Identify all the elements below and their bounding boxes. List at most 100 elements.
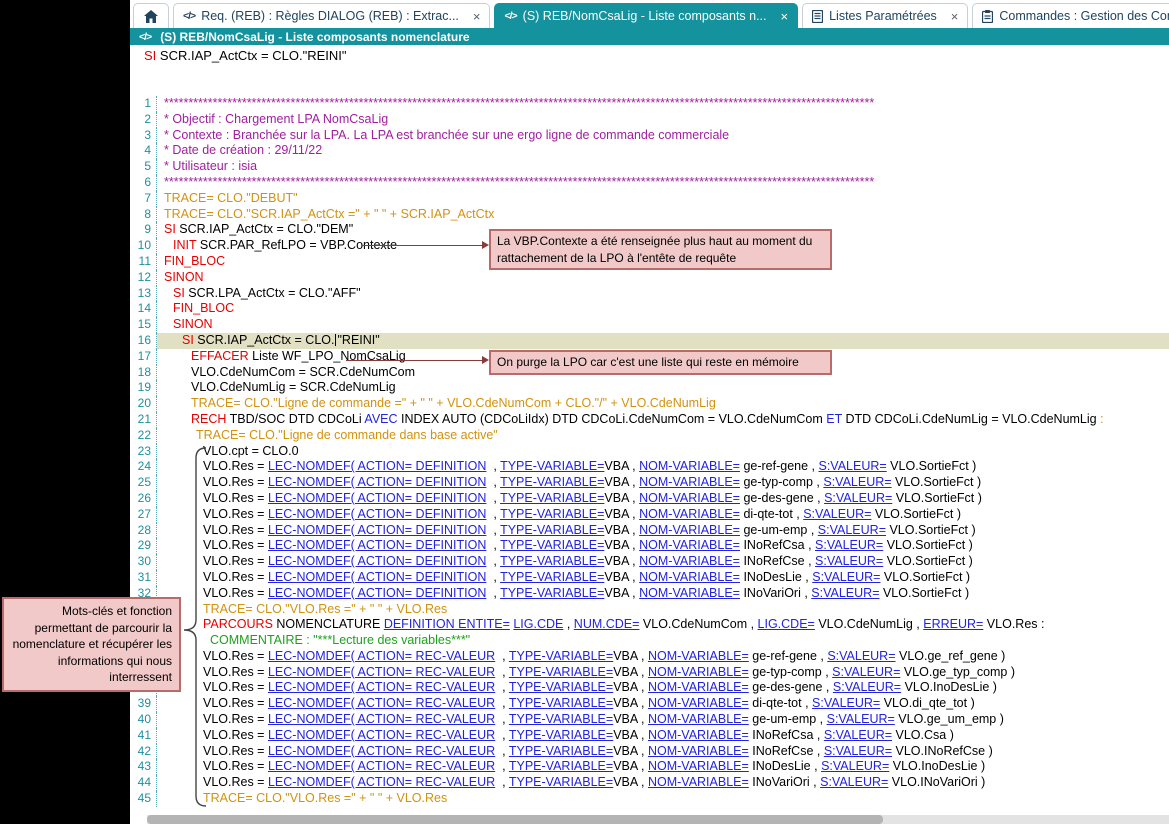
code-line-text[interactable]: VLO.Res = LEC-NOMDEF( ACTION= REC-VALEUR…: [157, 649, 1169, 665]
code-line-text[interactable]: VLO.Res = LEC-NOMDEF( ACTION= REC-VALEUR…: [157, 775, 1169, 791]
tab-home[interactable]: [133, 3, 169, 28]
code-line[interactable]: 39VLO.Res = LEC-NOMDEF( ACTION= REC-VALE…: [130, 696, 1169, 712]
code-line-text[interactable]: TRACE= CLO."Ligne de commande =" + " " +…: [157, 396, 1169, 412]
code-line[interactable]: 3* Contexte : Branchée sur la LPA. La LP…: [130, 128, 1169, 144]
code-token: VLO.Res =: [203, 459, 268, 473]
code-line[interactable]: 1***************************************…: [130, 96, 1169, 112]
code-line[interactable]: 31VLO.Res = LEC-NOMDEF( ACTION= DEFINITI…: [130, 570, 1169, 586]
code-line[interactable]: 27VLO.Res = LEC-NOMDEF( ACTION= DEFINITI…: [130, 507, 1169, 523]
code-line[interactable]: 28VLO.Res = LEC-NOMDEF( ACTION= DEFINITI…: [130, 523, 1169, 539]
code-line[interactable]: 12SINON: [130, 270, 1169, 286]
code-token: TBD/SOC DTD CDCoLi: [226, 412, 364, 426]
code-line-text[interactable]: * Objectif : Chargement LPA NomCsaLig: [157, 112, 1169, 128]
code-line-text[interactable]: * Contexte : Branchée sur la LPA. La LPA…: [157, 128, 1169, 144]
code-line[interactable]: 33TRACE= CLO."VLO.Res =" + " " + VLO.Res: [130, 602, 1169, 618]
code-line[interactable]: 6***************************************…: [130, 175, 1169, 191]
code-line[interactable]: 20TRACE= CLO."Ligne de commande =" + " "…: [130, 396, 1169, 412]
code-line[interactable]: 37VLO.Res = LEC-NOMDEF( ACTION= REC-VALE…: [130, 665, 1169, 681]
code-line[interactable]: 14FIN_BLOC: [130, 301, 1169, 317]
code-line-text[interactable]: VLO.CdeNumLig = SCR.CdeNumLig: [157, 380, 1169, 396]
code-line[interactable]: 34PARCOURS NOMENCLATURE DEFINITION ENTIT…: [130, 617, 1169, 633]
code-line-text[interactable]: VLO.Res = LEC-NOMDEF( ACTION= DEFINITION…: [157, 507, 1169, 523]
code-line[interactable]: 22TRACE= CLO."Ligne de commande dans bas…: [130, 428, 1169, 444]
code-line-text[interactable]: SINON: [157, 317, 1169, 333]
code-line[interactable]: 8TRACE= CLO."SCR.IAP_ActCtx =" + " " + S…: [130, 207, 1169, 223]
code-line-text[interactable]: VLO.Res = LEC-NOMDEF( ACTION= REC-VALEUR…: [157, 680, 1169, 696]
code-line[interactable]: 36VLO.Res = LEC-NOMDEF( ACTION= REC-VALE…: [130, 649, 1169, 665]
code-line-text[interactable]: FIN_BLOC: [157, 301, 1169, 317]
code-line[interactable]: 2* Objectif : Chargement LPA NomCsaLig: [130, 112, 1169, 128]
code-line[interactable]: 19VLO.CdeNumLig = SCR.CdeNumLig: [130, 380, 1169, 396]
code-line-text[interactable]: VLO.Res = LEC-NOMDEF( ACTION= REC-VALEUR…: [157, 759, 1169, 775]
tab-commandes[interactable]: Commandes : Gestion des Commanc: [972, 3, 1169, 28]
tab-listes-parametrees[interactable]: Listes Paramétrées ×: [802, 3, 968, 28]
code-line[interactable]: 32VLO.Res = LEC-NOMDEF( ACTION= DEFINITI…: [130, 586, 1169, 602]
code-line[interactable]: 45TRACE= CLO."VLO.Res =" + " " + VLO.Res: [130, 791, 1169, 807]
code-line-text[interactable]: VLO.Res = LEC-NOMDEF( ACTION= DEFINITION…: [157, 475, 1169, 491]
code-token: SCR.IAP_ActCtx = CLO.: [194, 333, 335, 347]
code-line[interactable]: 44VLO.Res = LEC-NOMDEF( ACTION= REC-VALE…: [130, 775, 1169, 791]
code-line-text[interactable]: PARCOURS NOMENCLATURE DEFINITION ENTITE=…: [157, 617, 1169, 633]
scrollbar-thumb[interactable]: [147, 815, 883, 824]
code-line-text[interactable]: VLO.Res = LEC-NOMDEF( ACTION= DEFINITION…: [157, 570, 1169, 586]
code-line[interactable]: 26VLO.Res = LEC-NOMDEF( ACTION= DEFINITI…: [130, 491, 1169, 507]
code-line-text[interactable]: * Date de création : 29/11/22: [157, 143, 1169, 159]
code-line[interactable]: 35COMMENTAIRE : "***Lecture des variable…: [130, 633, 1169, 649]
code-token: TYPE-VARIABLE=: [500, 475, 604, 489]
close-icon[interactable]: ×: [781, 9, 789, 24]
code-line-text[interactable]: TRACE= CLO."VLO.Res =" + " " + VLO.Res: [157, 791, 1169, 807]
code-line-text[interactable]: TRACE= CLO."DEBUT": [157, 191, 1169, 207]
code-line[interactable]: 4* Date de création : 29/11/22: [130, 143, 1169, 159]
code-line-text[interactable]: COMMENTAIRE : "***Lecture des variables*…: [157, 633, 1169, 649]
code-line[interactable]: 7TRACE= CLO."DEBUT": [130, 191, 1169, 207]
code-line-text[interactable]: VLO.Res = LEC-NOMDEF( ACTION= REC-VALEUR…: [157, 728, 1169, 744]
code-line[interactable]: 24VLO.Res = LEC-NOMDEF( ACTION= DEFINITI…: [130, 459, 1169, 475]
code-token: VLO.Res =: [203, 712, 268, 726]
code-line[interactable]: 25VLO.Res = LEC-NOMDEF( ACTION= DEFINITI…: [130, 475, 1169, 491]
close-icon[interactable]: ×: [473, 9, 481, 24]
code-line[interactable]: 30VLO.Res = LEC-NOMDEF( ACTION= DEFINITI…: [130, 554, 1169, 570]
code-line-text[interactable]: VLO.Res = LEC-NOMDEF( ACTION= REC-VALEUR…: [157, 712, 1169, 728]
code-line-text[interactable]: TRACE= CLO."VLO.Res =" + " " + VLO.Res: [157, 602, 1169, 618]
code-line-text[interactable]: VLO.cpt = CLO.0: [157, 444, 1169, 460]
code-editor[interactable]: 1***************************************…: [130, 96, 1169, 811]
code-line-text[interactable]: VLO.Res = LEC-NOMDEF( ACTION= DEFINITION…: [157, 554, 1169, 570]
code-line-text[interactable]: VLO.Res = LEC-NOMDEF( ACTION= REC-VALEUR…: [157, 744, 1169, 760]
code-line-text[interactable]: RECH TBD/SOC DTD CDCoLi AVEC INDEX AUTO …: [157, 412, 1169, 428]
code-line[interactable]: 29VLO.Res = LEC-NOMDEF( ACTION= DEFINITI…: [130, 538, 1169, 554]
code-line-text[interactable]: VLO.Res = LEC-NOMDEF( ACTION= DEFINITION…: [157, 523, 1169, 539]
code-line-text[interactable]: ****************************************…: [157, 96, 1169, 112]
code-line[interactable]: 23VLO.cpt = CLO.0: [130, 444, 1169, 460]
code-line-text[interactable]: VLO.Res = LEC-NOMDEF( ACTION= DEFINITION…: [157, 586, 1169, 602]
code-token: LEC-NOMDEF( ACTION= REC-VALEUR: [268, 775, 495, 789]
code-line-text[interactable]: TRACE= CLO."Ligne de commande dans base …: [157, 428, 1169, 444]
code-line[interactable]: 41VLO.Res = LEC-NOMDEF( ACTION= REC-VALE…: [130, 728, 1169, 744]
close-icon[interactable]: ×: [951, 9, 959, 24]
code-line[interactable]: 5* Utilisateur : isia: [130, 159, 1169, 175]
code-line[interactable]: 13SI SCR.LPA_ActCtx = CLO."AFF": [130, 286, 1169, 302]
code-token: INDEX AUTO (CDCoLiIdx) DTD CDCoLi.CdeNum…: [398, 412, 827, 426]
code-line[interactable]: 16SI SCR.IAP_ActCtx = CLO."REINI": [130, 333, 1169, 349]
code-line-text[interactable]: * Utilisateur : isia: [157, 159, 1169, 175]
code-line-text[interactable]: VLO.Res = LEC-NOMDEF( ACTION= DEFINITION…: [157, 459, 1169, 475]
code-line-text[interactable]: VLO.Res = LEC-NOMDEF( ACTION= REC-VALEUR…: [157, 696, 1169, 712]
code-line-text[interactable]: VLO.Res = LEC-NOMDEF( ACTION= REC-VALEUR…: [157, 665, 1169, 681]
code-line[interactable]: 40VLO.Res = LEC-NOMDEF( ACTION= REC-VALE…: [130, 712, 1169, 728]
tab-regles-dialog[interactable]: </> Req. (REB) : Règles DIALOG (REB) : E…: [173, 3, 490, 28]
code-line-text[interactable]: TRACE= CLO."SCR.IAP_ActCtx =" + " " + SC…: [157, 207, 1169, 223]
code-line[interactable]: 15SINON: [130, 317, 1169, 333]
code-line-text[interactable]: SINON: [157, 270, 1169, 286]
code-line[interactable]: 43VLO.Res = LEC-NOMDEF( ACTION= REC-VALE…: [130, 759, 1169, 775]
tab-nomcsalig[interactable]: </> (S) REB/NomCsaLig - Liste composants…: [494, 3, 798, 28]
code-line-text[interactable]: SI SCR.IAP_ActCtx = CLO."REINI": [157, 333, 1169, 349]
code-line[interactable]: 42VLO.Res = LEC-NOMDEF( ACTION= REC-VALE…: [130, 744, 1169, 760]
code-line-text[interactable]: SI SCR.LPA_ActCtx = CLO."AFF": [157, 286, 1169, 302]
code-line[interactable]: 21RECH TBD/SOC DTD CDCoLi AVEC INDEX AUT…: [130, 412, 1169, 428]
line-number: 22: [130, 428, 157, 444]
code-line-text[interactable]: VLO.Res = LEC-NOMDEF( ACTION= DEFINITION…: [157, 491, 1169, 507]
code-line-text[interactable]: VLO.Res = LEC-NOMDEF( ACTION= DEFINITION…: [157, 538, 1169, 554]
horizontal-scrollbar[interactable]: [147, 815, 1169, 824]
code-token: ,: [495, 665, 509, 679]
code-line[interactable]: 38VLO.Res = LEC-NOMDEF( ACTION= REC-VALE…: [130, 680, 1169, 696]
code-line-text[interactable]: ****************************************…: [157, 175, 1169, 191]
